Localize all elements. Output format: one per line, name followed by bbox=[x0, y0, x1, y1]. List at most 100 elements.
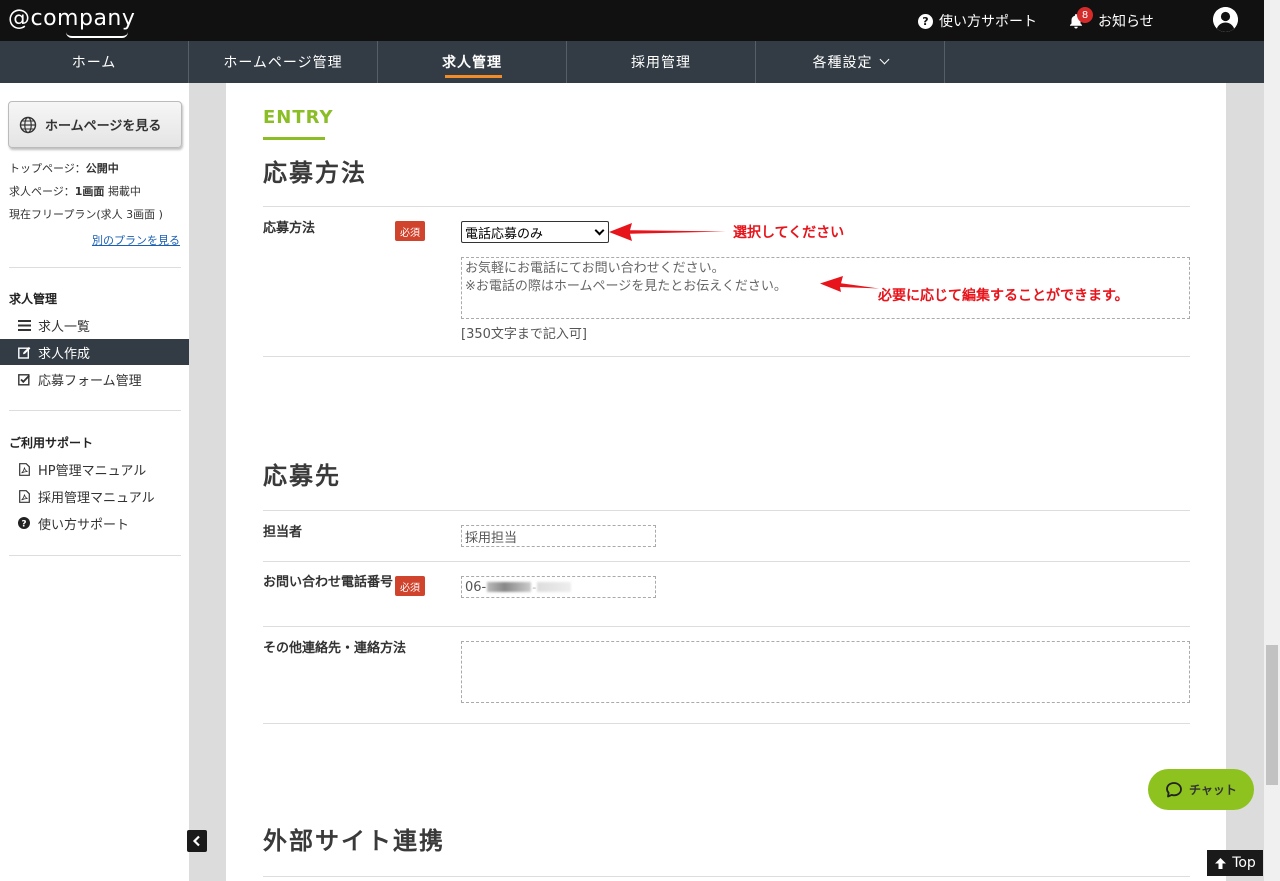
chevron-left-icon bbox=[192, 835, 200, 847]
chevron-down-icon bbox=[594, 225, 605, 236]
sidebar-item-job-list-label: 求人一覧 bbox=[38, 319, 91, 335]
question-icon: ? bbox=[918, 13, 933, 29]
company-logo[interactable]: @company bbox=[8, 6, 136, 38]
support-heading: ご利用サポート bbox=[9, 436, 94, 450]
contact-person-input[interactable]: 採用担当 bbox=[461, 525, 656, 547]
nav-job-management[interactable]: 求人管理 bbox=[378, 41, 567, 83]
sidebar-item-recruit-manual[interactable]: 採用管理マニュアル bbox=[0, 483, 189, 509]
top-bar: @company ? 使い方サポート 8 お知らせ bbox=[0, 0, 1264, 41]
main-content: ENTRY 応募方法 応募方法 必須 電話応募のみ 選択してください お気軽にお… bbox=[226, 83, 1226, 881]
scrollbar-thumb[interactable] bbox=[1266, 645, 1278, 785]
globe-icon bbox=[19, 116, 37, 134]
nav-homepage-management-label: ホームページ管理 bbox=[223, 55, 343, 71]
nav-recruitment-management-label: 採用管理 bbox=[631, 55, 691, 71]
chat-label: チャット bbox=[1189, 783, 1237, 797]
sidebar-item-hp-manual[interactable]: HP管理マニュアル bbox=[0, 456, 189, 482]
checkbox-icon bbox=[17, 372, 31, 386]
nav-settings[interactable]: 各種設定 bbox=[756, 41, 945, 83]
annotation-edit: 必要に応じて編集することができます。 bbox=[878, 288, 1129, 304]
view-homepage-label: ホームページを見る bbox=[45, 119, 162, 134]
chevron-down-icon bbox=[879, 54, 889, 65]
top-page-status-value: 公開中 bbox=[85, 162, 119, 175]
redacted-digits bbox=[537, 582, 572, 592]
pdf-icon bbox=[17, 489, 31, 503]
arrow-up-icon bbox=[1215, 857, 1227, 869]
sidebar-item-recruit-manual-label: 採用管理マニュアル bbox=[38, 490, 155, 506]
section-divider bbox=[263, 723, 1190, 724]
phone-value: 06- bbox=[465, 579, 487, 595]
other-contact-textarea[interactable] bbox=[461, 641, 1190, 703]
nav-home-label: ホーム bbox=[71, 55, 117, 71]
annotation-select: 選択してください bbox=[733, 225, 845, 241]
sidebar-item-application-form[interactable]: 応募フォーム管理 bbox=[0, 366, 189, 392]
redacted-digits bbox=[487, 582, 532, 592]
svg-text:?: ? bbox=[21, 520, 26, 530]
section-divider bbox=[263, 510, 1190, 511]
red-arrow-left-icon bbox=[609, 223, 726, 241]
sidebar: ホームページを見る トップページ：公開中 求人ページ：1画面 掲載中 現在フリー… bbox=[0, 83, 189, 881]
question-icon: ? bbox=[17, 516, 31, 530]
sidebar-item-usage-support-label: 使い方サポート bbox=[38, 517, 130, 533]
section-title-application-destination: 応募先 bbox=[263, 462, 341, 490]
sidebar-item-application-form-label: 応募フォーム管理 bbox=[38, 373, 142, 389]
job-page-value: 1画面 bbox=[74, 185, 105, 198]
phone-label: お問い合わせ電話番号 bbox=[263, 575, 394, 590]
sidebar-item-job-create-label: 求人作成 bbox=[38, 346, 91, 362]
section-title-application-method: 応募方法 bbox=[263, 159, 367, 187]
logo-swoosh bbox=[66, 32, 128, 38]
help-support-link[interactable]: ? 使い方サポート bbox=[918, 11, 1037, 31]
notifications-label: お知らせ bbox=[1098, 14, 1154, 30]
pdf-icon bbox=[17, 462, 31, 476]
section-divider bbox=[263, 561, 1190, 562]
application-method-select[interactable]: 電話応募のみ bbox=[461, 221, 609, 243]
contact-person-value: 採用担当 bbox=[465, 530, 518, 546]
list-icon bbox=[17, 318, 31, 332]
required-badge: 必須 bbox=[395, 221, 425, 241]
nav-recruitment-management[interactable]: 採用管理 bbox=[567, 41, 756, 83]
back-to-top-button[interactable]: Top bbox=[1207, 850, 1263, 876]
sidebar-item-job-list[interactable]: 求人一覧 bbox=[0, 312, 189, 338]
contact-person-label: 担当者 bbox=[263, 525, 303, 540]
edit-icon bbox=[17, 345, 31, 359]
sidebar-collapse-button[interactable] bbox=[187, 830, 207, 852]
notifications-link[interactable]: 8 お知らせ bbox=[1068, 7, 1154, 31]
chat-button[interactable]: チャット bbox=[1148, 769, 1254, 810]
sidebar-item-hp-manual-label: HP管理マニュアル bbox=[38, 463, 147, 479]
sidebar-item-usage-support[interactable]: ? 使い方サポート bbox=[0, 510, 189, 536]
section-divider bbox=[263, 626, 1190, 627]
view-homepage-button[interactable]: ホームページを見る bbox=[8, 101, 182, 148]
sidebar-divider bbox=[9, 555, 181, 556]
phone-input[interactable]: 06- - bbox=[461, 576, 656, 598]
user-avatar-icon[interactable] bbox=[1213, 7, 1238, 32]
char-limit-note: [350文字まで記入可] bbox=[461, 327, 587, 342]
sidebar-divider bbox=[9, 410, 181, 411]
top-page-status: トップページ：公開中 bbox=[9, 160, 119, 176]
required-badge: 必須 bbox=[395, 576, 425, 596]
job-management-heading: 求人管理 bbox=[9, 292, 58, 306]
logo-text: @company bbox=[8, 6, 136, 31]
nav-settings-label: 各種設定 bbox=[812, 55, 873, 71]
sidebar-divider bbox=[9, 267, 181, 268]
sidebar-item-job-create[interactable]: 求人作成 bbox=[0, 339, 189, 365]
job-page-status: 求人ページ：1画面 掲載中 bbox=[9, 183, 141, 199]
job-page-status-value: 掲載中 bbox=[107, 185, 141, 198]
entry-underline bbox=[263, 137, 325, 140]
nav-homepage-management[interactable]: ホームページ管理 bbox=[189, 41, 378, 83]
main-nav: ホーム ホームページ管理 求人管理 採用管理 各種設定 bbox=[0, 41, 1264, 83]
other-contact-label: その他連絡先・連絡方法 bbox=[263, 641, 407, 656]
chat-bubble-icon bbox=[1166, 781, 1182, 797]
application-method-select-value: 電話応募のみ bbox=[465, 226, 544, 242]
job-page-label: 求人ページ： bbox=[9, 185, 75, 198]
red-arrow-left-icon bbox=[820, 276, 879, 292]
section-divider bbox=[263, 876, 1190, 877]
top-label: Top bbox=[1232, 855, 1256, 871]
application-method-label: 応募方法 bbox=[263, 221, 316, 236]
nav-job-management-label: 求人管理 bbox=[442, 55, 502, 71]
notification-count-badge: 8 bbox=[1077, 7, 1093, 23]
bell-icon: 8 bbox=[1068, 7, 1093, 29]
nav-home[interactable]: ホーム bbox=[0, 41, 189, 83]
other-plan-link[interactable]: 別のプランを見る bbox=[92, 232, 180, 248]
section-divider bbox=[263, 206, 1190, 207]
top-page-label: トップページ： bbox=[9, 162, 86, 175]
section-divider bbox=[263, 356, 1190, 357]
